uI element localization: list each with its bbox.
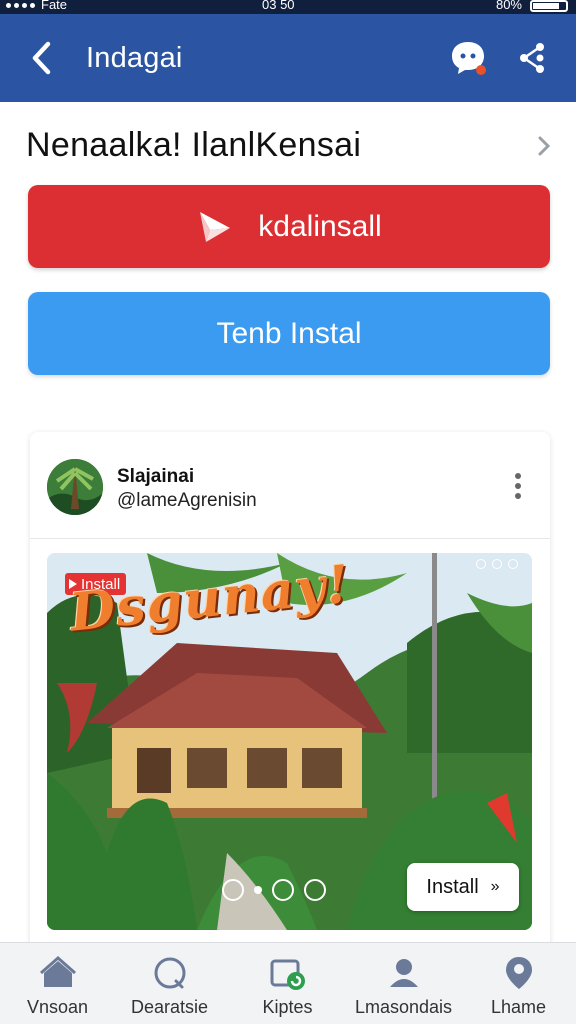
status-left: Fate [6, 0, 67, 12]
post-header: Slajainai @lameAgrenisin [30, 432, 550, 539]
app-screen: Fate 03 50 80% Indagai Nenaalka! IlanlKe… [0, 0, 576, 1024]
nav-item-apps[interactable]: Kiptes [230, 949, 345, 1024]
post-media[interactable]: Install Dsgunay! Install » [47, 553, 532, 930]
folder-app-icon [270, 959, 305, 990]
nav-item-search[interactable]: Dearatsie [112, 949, 227, 1024]
nav-label-search: Dearatsie [130, 997, 209, 1017]
avatar[interactable] [47, 459, 103, 515]
signal-icon [6, 2, 35, 8]
page-heading: Nenaalka! IlanlKensai [26, 126, 362, 164]
media-carousel-controls [222, 879, 326, 901]
status-right: 80% [496, 0, 568, 12]
post-author-name[interactable]: Slajainai [117, 466, 194, 488]
status-bar: Fate 03 50 80% [0, 0, 576, 14]
media-status-icon [492, 559, 502, 569]
nav-label-location: Lhame [490, 997, 547, 1017]
status-time: 03 50 [262, 0, 295, 12]
media-status-icon [508, 559, 518, 569]
nav-label-home: Vnsoan [26, 997, 89, 1017]
secondary-install-button[interactable]: Tenb Instal [28, 292, 550, 375]
primary-install-button[interactable]: kdalinsall [28, 185, 550, 268]
app-bar: Indagai [0, 14, 576, 102]
profile-icon [389, 959, 418, 987]
nav-item-location[interactable]: Lhame [461, 949, 576, 1024]
carousel-dot[interactable] [254, 886, 262, 894]
search-icon [154, 957, 185, 989]
nav-item-profile[interactable]: Lmasondais [346, 949, 461, 1024]
media-install-button[interactable]: Install » [407, 863, 519, 911]
post-card: Slajainai @lameAgrenisin Install Dsgunay… [30, 432, 550, 952]
battery-icon [530, 0, 568, 12]
double-chevron-right-icon: » [490, 878, 500, 895]
replay-icon[interactable] [222, 879, 244, 901]
home-icon [39, 955, 76, 987]
share-icon[interactable] [514, 40, 550, 76]
location-icon [505, 957, 532, 989]
media-install-label: Install [426, 875, 479, 898]
battery-percent: 80% [495, 0, 522, 12]
post-author-handle: @lameAgrenisin [117, 490, 257, 511]
media-status-icons [476, 559, 518, 569]
nav-label-profile: Lmasondais [354, 997, 453, 1017]
back-arrow-icon[interactable] [26, 38, 60, 78]
bottom-nav: Vnsoan Dearatsie Kiptes Lmasondais Lhame [0, 942, 576, 1024]
nav-label-apps: Kiptes [262, 997, 313, 1017]
nav-item-home[interactable]: Vnsoan [0, 949, 115, 1024]
power-icon[interactable] [272, 879, 294, 901]
refresh-icon[interactable] [304, 879, 326, 901]
carrier-label: Fate [41, 0, 68, 12]
more-options-icon[interactable] [508, 470, 528, 502]
app-title: Indagai [86, 42, 183, 74]
media-status-icon [476, 559, 486, 569]
primary-button-label: kdalinsall [258, 209, 382, 243]
chevron-right-icon [538, 136, 551, 156]
heading-row[interactable]: Nenaalka! IlanlKensai [0, 120, 576, 170]
send-plane-icon [200, 211, 231, 242]
secondary-button-label: Tenb Instal [216, 316, 362, 350]
main-content: Nenaalka! IlanlKensai kdalinsall Tenb In… [0, 102, 576, 952]
chat-bubble-icon[interactable] [448, 38, 488, 78]
